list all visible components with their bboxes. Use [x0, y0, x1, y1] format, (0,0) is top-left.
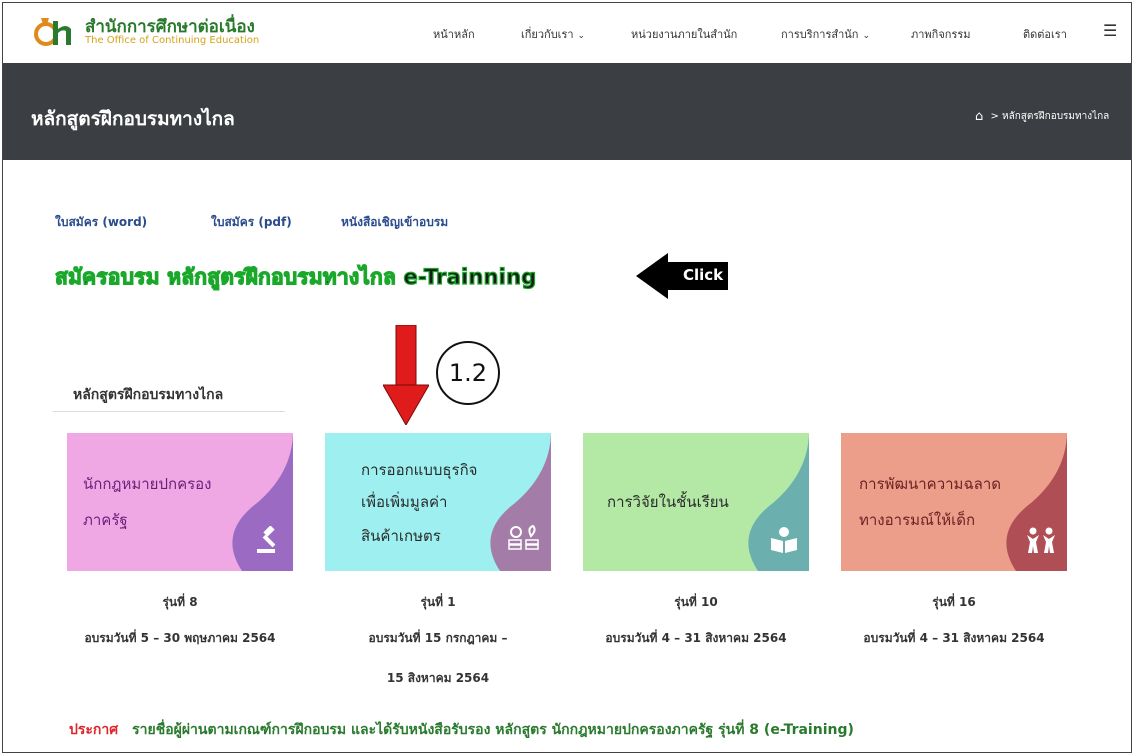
course-title-line: สินค้าเกษตร — [361, 527, 441, 545]
announcement-label: ประกาศ — [69, 722, 119, 738]
announcement: ประกาศ รายชื่อผู้ผ่านตามเกณฑ์การฝึกอบรม แ… — [69, 719, 854, 741]
reading-icon — [769, 526, 799, 561]
page-banner: หลักสูตรฝึกอบรมทางไกล ⌂ > หลักสูตรฝึกอบร… — [3, 63, 1131, 160]
course-title-line: การวิจัยในชั้นเรียน — [607, 493, 729, 511]
nav-home[interactable]: หน้าหลัก — [433, 25, 475, 43]
course-generation: รุ่นที่ 8 — [162, 595, 198, 609]
section-title: หลักสูตรฝึกอบรมทางไกล — [73, 387, 224, 403]
click-label: Click — [683, 266, 724, 284]
course-card-classroom-research[interactable]: การวิจัยในชั้นเรียน — [583, 433, 809, 571]
course-card-administrative-law[interactable]: นักกฎหมายปกครอง ภาครัฐ — [67, 433, 293, 571]
nav-activities[interactable]: ภาพกิจกรรม — [911, 25, 971, 43]
course-title-line: การออกแบบธุรกิจ — [361, 461, 478, 479]
course-card-agri-business[interactable]: การออกแบบธุรกิจ เพื่อเพิ่มมูลค่า สินค้าเ… — [325, 433, 551, 571]
course-dates-continued: 15 สิงหาคม 2564 — [386, 671, 490, 685]
application-word-link[interactable]: ใบสมัคร (word) — [55, 213, 147, 232]
announcement-link[interactable]: รายชื่อผู้ผ่านตามเกณฑ์การฝึกอบรม และได้ร… — [132, 722, 854, 738]
page-title: หลักสูตรฝึกอบรมทางไกล — [31, 108, 235, 130]
home-icon[interactable]: ⌂ — [975, 109, 983, 124]
breadcrumb: ⌂ > หลักสูตรฝึกอบรมทางไกล — [975, 109, 1109, 124]
children-icon — [1025, 526, 1057, 561]
course-title-line: นักกฎหมายปกครอง — [83, 475, 212, 493]
breadcrumb-separator: > — [990, 111, 999, 122]
course-card-emotional-intelligence[interactable]: การพัฒนาความฉลาด ทางอารมณ์ให้เด็ก — [841, 433, 1067, 571]
logo-title-english[interactable]: The Office of Continuing Education — [85, 35, 259, 46]
page: สำนักการศึกษาต่อเนื่อง The Office of Con… — [2, 2, 1132, 753]
section-divider — [53, 411, 285, 412]
chevron-down-icon: ⌄ — [577, 31, 586, 41]
hamburger-icon[interactable]: ☰ — [1103, 21, 1117, 40]
logo-icon[interactable] — [33, 15, 75, 49]
nav-departments[interactable]: หน่วยงานภายในสำนัก — [631, 25, 737, 43]
nav-contact[interactable]: ติดต่อเรา — [1023, 25, 1067, 43]
course-dates: อบรมวันที่ 5 – 30 พฤษภาคม 2564 — [84, 631, 276, 645]
money-plant-icon — [507, 524, 541, 561]
invitation-letter-link[interactable]: หนังสือเชิญเข้าอบรม — [341, 213, 448, 232]
course-title-line: การพัฒนาความฉลาด — [859, 475, 1002, 493]
course-dates: อบรมวันที่ 15 กรกฎาคม – — [368, 631, 508, 645]
nav-services[interactable]: การบริการสำนัก ⌄ — [781, 25, 870, 43]
application-pdf-link[interactable]: ใบสมัคร (pdf) — [211, 213, 292, 232]
gavel-icon — [255, 525, 283, 561]
arrow-down-icon — [383, 325, 429, 425]
course-dates: อบรมวันที่ 4 – 31 สิงหาคม 2564 — [605, 631, 787, 645]
course-generation: รุ่นที่ 1 — [420, 595, 456, 609]
chevron-down-icon: ⌄ — [862, 31, 870, 41]
step-annotation: 1.2 — [436, 341, 500, 405]
top-navigation: สำนักการศึกษาต่อเนื่อง The Office of Con… — [3, 3, 1131, 63]
course-generation: รุ่นที่ 16 — [932, 595, 976, 609]
course-title-line: ภาครัฐ — [83, 511, 128, 529]
nav-about[interactable]: เกี่ยวกับเรา ⌄ — [521, 25, 585, 43]
breadcrumb-current: หลักสูตรฝึกอบรมทางไกล — [1002, 111, 1110, 122]
course-title-line: เพื่อเพิ่มมูลค่า — [361, 493, 448, 511]
signup-etraining-link[interactable]: สมัครอบรม หลักสูตรฝึกอบรมทางไกล e-Trainn… — [54, 261, 536, 294]
course-dates: อบรมวันที่ 4 – 31 สิงหาคม 2564 — [863, 631, 1045, 645]
course-title-line: ทางอารมณ์ให้เด็ก — [859, 511, 976, 529]
course-generation: รุ่นที่ 10 — [674, 595, 718, 609]
